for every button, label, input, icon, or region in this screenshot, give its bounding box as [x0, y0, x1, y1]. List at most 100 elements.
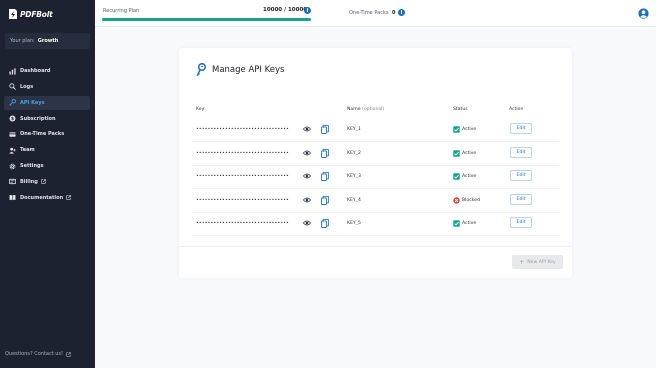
- column-header-status: Status: [453, 107, 468, 112]
- edit-button[interactable]: Edit: [510, 170, 532, 181]
- sidebar-item-label: API Keys: [20, 99, 45, 106]
- sidebar-item-label: Documentation: [20, 194, 64, 201]
- eye-icon[interactable]: [303, 172, 311, 180]
- key-icon: [196, 63, 207, 77]
- key-name: KEY_5: [347, 221, 361, 226]
- status-badge: Active: [453, 173, 476, 180]
- key-icon: [9, 99, 16, 106]
- eye-icon[interactable]: [303, 125, 311, 133]
- top-bar: Recurring Plan 10000 / 10000 i One-Time …: [95, 0, 656, 27]
- sidebar-item-logs[interactable]: Logs: [4, 80, 90, 94]
- bolt-logo-icon: [9, 9, 17, 19]
- page-title: Manage API Keys: [212, 65, 285, 75]
- masked-api-key: ••••••••••••••••••••••••••••••••: [196, 127, 290, 132]
- sidebar-item-label: One-Time Packs: [20, 131, 65, 138]
- status-text: Active: [462, 127, 477, 132]
- sidebar-item-label: Settings: [20, 163, 44, 170]
- svg-text:$: $: [11, 116, 14, 122]
- eye-icon[interactable]: [303, 149, 311, 157]
- external-link-icon: [66, 195, 71, 200]
- masked-api-key: ••••••••••••••••••••••••••••••••: [196, 174, 290, 179]
- plan-label: Your plan:: [10, 38, 35, 44]
- table-row: •••••••••••••••••••••••••••••••• KEY_2 Act…: [192, 142, 559, 166]
- new-api-key-button[interactable]: + New API Key: [512, 255, 563, 269]
- contact-link[interactable]: Questions? Contact us!: [5, 351, 71, 357]
- recurring-plan-label: Recurring Plan: [103, 8, 140, 14]
- sidebar-item-subscription[interactable]: $ Subscription: [4, 112, 90, 126]
- one-time-packs-label: One-Time Packs: [349, 10, 389, 16]
- logo-text: PDFBolt: [20, 9, 53, 19]
- eye-icon[interactable]: [303, 196, 311, 204]
- dollar-circle-icon: $: [9, 115, 16, 122]
- one-time-packs-count: 0: [392, 10, 396, 16]
- edit-button[interactable]: Edit: [510, 193, 532, 205]
- sidebar-item-label: Billing: [20, 178, 38, 185]
- chart-bars-icon: [9, 67, 16, 75]
- sidebar-item-one-time-packs[interactable]: One-Time Packs: [4, 127, 90, 141]
- key-name: KEY_1: [347, 127, 361, 132]
- sidebar-item-api-keys[interactable]: API Keys: [4, 95, 90, 110]
- key-name: KEY_2: [347, 150, 361, 156]
- masked-api-key: ••••••••••••••••••••••••••••••••: [196, 150, 290, 156]
- blocked-icon: [453, 196, 460, 204]
- card-divider: [179, 246, 572, 247]
- search-icon: [9, 83, 16, 91]
- plus-icon: +: [519, 258, 525, 266]
- recurring-plan-count: 10000 / 10000: [263, 7, 308, 13]
- check-icon: [453, 220, 460, 227]
- sidebar-item-billing[interactable]: Billing: [4, 175, 90, 189]
- sidebar-item-dashboard[interactable]: Dashboard: [4, 64, 90, 78]
- external-link-icon: [41, 179, 46, 185]
- table-row: •••••••••••••••••••••••••••••••• KEY_5 Act…: [192, 212, 559, 236]
- status-badge: Active: [453, 149, 477, 157]
- status-badge: Active: [453, 220, 476, 227]
- recurring-progress-fill: [102, 18, 311, 21]
- book-icon: [9, 194, 16, 201]
- sidebar: PDFBolt Your plan: Growth Dashboard Logs…: [0, 0, 95, 368]
- logo[interactable]: PDFBolt: [8, 8, 53, 20]
- recurring-progress-bar: [102, 18, 311, 21]
- column-header-key: Key: [196, 107, 205, 112]
- user-account-icon[interactable]: [638, 8, 649, 19]
- check-icon: [453, 173, 460, 180]
- gear-icon: [9, 163, 16, 170]
- copy-icon[interactable]: [321, 219, 329, 228]
- column-header-name-label: Name: [347, 107, 361, 112]
- key-name: KEY_4: [347, 197, 361, 203]
- edit-button[interactable]: Edit: [510, 217, 532, 228]
- masked-api-key: ••••••••••••••••••••••••••••••••: [196, 221, 290, 226]
- sidebar-item-documentation[interactable]: Documentation: [4, 191, 90, 205]
- column-header-name: Name (optional): [347, 107, 384, 112]
- status-badge: Active: [453, 126, 476, 133]
- copy-icon[interactable]: [321, 125, 329, 134]
- copy-icon[interactable]: [321, 172, 329, 181]
- table-row: •••••••••••••••••••••••••••••••• KEY_4 Blo…: [192, 189, 559, 213]
- edit-button[interactable]: Edit: [510, 146, 532, 158]
- team-icon: [9, 147, 16, 154]
- sidebar-item-label: Dashboard: [20, 68, 51, 74]
- recurring-info-icon[interactable]: i: [304, 7, 311, 14]
- sidebar-item-team[interactable]: Team: [4, 143, 90, 157]
- status-text: Active: [462, 150, 477, 156]
- receipt-icon: [9, 178, 16, 185]
- eye-icon[interactable]: [303, 219, 311, 227]
- copy-icon[interactable]: [321, 148, 329, 158]
- edit-button[interactable]: Edit: [510, 123, 532, 134]
- copy-icon[interactable]: [321, 195, 329, 205]
- sidebar-item-label: Logs: [20, 83, 34, 90]
- status-text: Blocked: [462, 197, 481, 203]
- table-row: •••••••••••••••••••••••••••••••• KEY_3 Act…: [192, 165, 559, 189]
- one-time-info-icon[interactable]: i: [398, 9, 405, 16]
- sidebar-item-label: Team: [20, 147, 35, 154]
- masked-api-key: ••••••••••••••••••••••••••••••••: [196, 197, 290, 203]
- new-api-key-label: New API Key: [527, 259, 556, 265]
- plan-indicator: Your plan: Growth: [5, 33, 90, 49]
- sidebar-item-label: Subscription: [20, 115, 56, 122]
- column-header-action: Action: [509, 107, 524, 112]
- card-icon: [9, 131, 16, 138]
- check-icon: [453, 149, 460, 157]
- plan-name: Growth: [37, 38, 59, 44]
- card-header: Manage API Keys: [196, 63, 284, 77]
- check-icon: [453, 126, 460, 133]
- sidebar-item-settings[interactable]: Settings: [4, 159, 90, 173]
